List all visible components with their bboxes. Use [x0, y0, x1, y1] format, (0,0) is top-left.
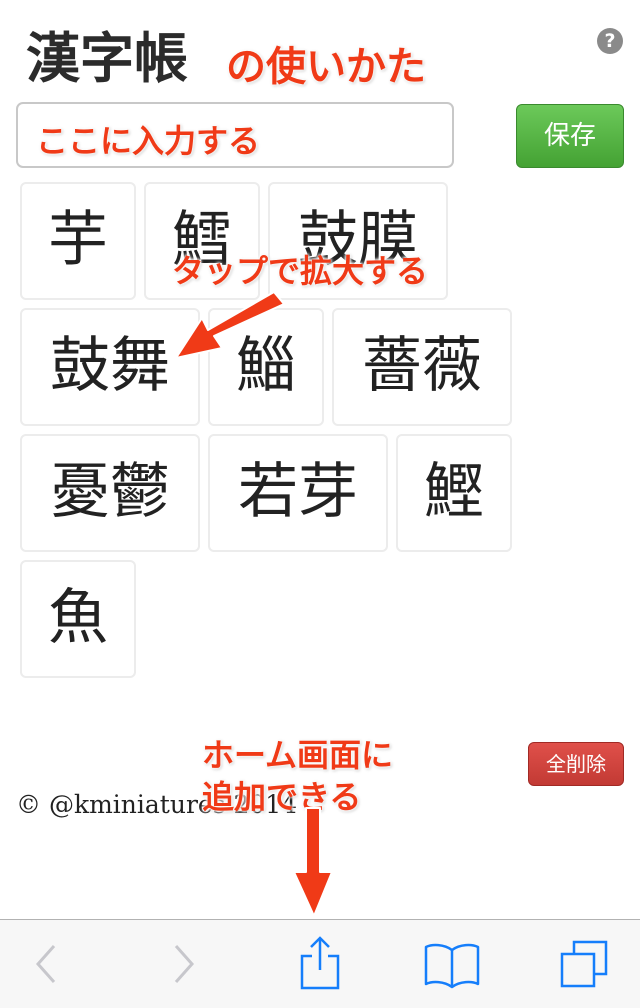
annotation-tap-hint: タップで拡大する: [172, 252, 429, 290]
kanji-tile[interactable]: 鰹: [396, 434, 512, 552]
annotation-home-hint-line2: 追加できる: [202, 778, 362, 816]
back-icon: [35, 945, 56, 983]
annotation-home-hint-line1: ホーム画面に: [202, 736, 394, 774]
kanji-tile[interactable]: 薔薇: [332, 308, 512, 426]
arrow-to-share: [293, 807, 333, 917]
tabs-button[interactable]: [544, 920, 624, 1008]
kanji-tile[interactable]: 憂鬱: [20, 434, 200, 552]
share-button[interactable]: [280, 920, 360, 1008]
kanji-tile[interactable]: 若芽: [208, 434, 388, 552]
kanji-tile[interactable]: 鼓舞: [20, 308, 200, 426]
bookmarks-icon: [424, 943, 480, 989]
forward-button[interactable]: [146, 920, 226, 1008]
kanji-tile[interactable]: 芋: [20, 182, 136, 300]
browser-toolbar: [0, 919, 640, 1008]
annotation-input-hint: ここに入力する: [36, 122, 261, 160]
annotation-title-suffix: の使いかた: [226, 44, 426, 90]
bookmarks-button[interactable]: [412, 920, 492, 1008]
page-title: 漢字帳: [26, 26, 188, 90]
help-icon[interactable]: ?: [597, 28, 623, 54]
tabs-icon: [560, 940, 608, 988]
forward-icon: [174, 945, 195, 983]
back-button[interactable]: [4, 920, 84, 1008]
save-button[interactable]: 保存: [516, 104, 624, 168]
share-icon: [300, 936, 340, 990]
kanji-tile[interactable]: 鯔: [208, 308, 324, 426]
kanji-tile[interactable]: 魚: [20, 560, 136, 678]
delete-all-button[interactable]: 全削除: [528, 742, 624, 786]
